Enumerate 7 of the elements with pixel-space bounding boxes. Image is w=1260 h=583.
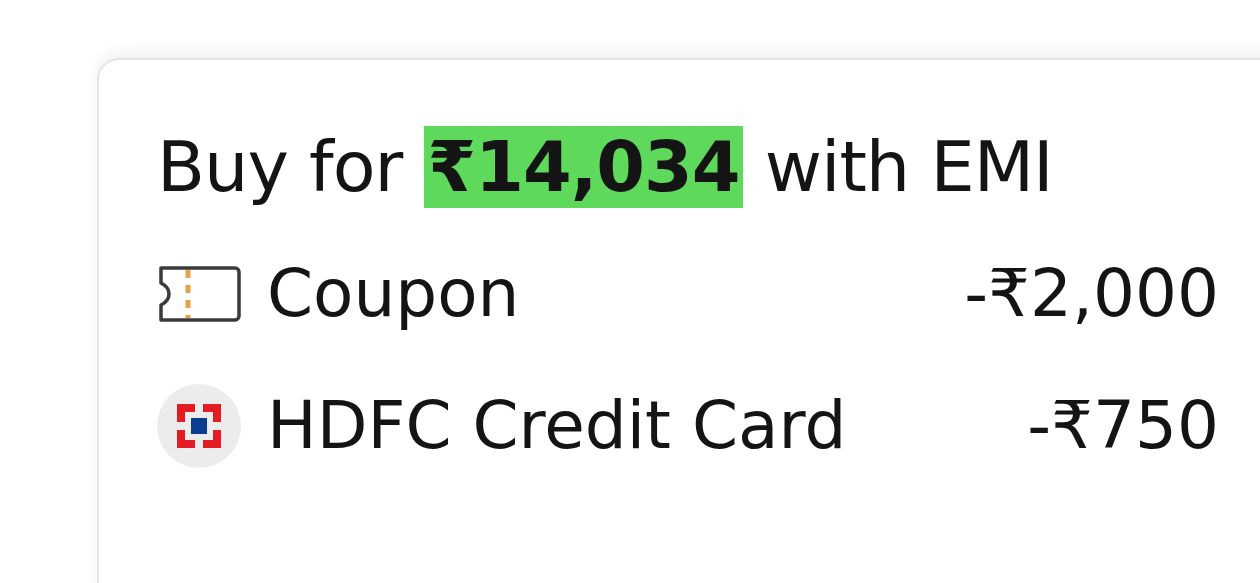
emi-heading: Buy for ₹14,034 with EMI <box>157 125 1053 210</box>
ticket-icon <box>157 265 241 323</box>
offer-label: HDFC Credit Card <box>267 386 847 466</box>
offer-amount: -₹750 <box>1027 386 1219 466</box>
offer-label: Coupon <box>267 254 520 334</box>
offer-amount: -₹2,000 <box>964 254 1219 334</box>
bank-logo-icon <box>157 384 241 468</box>
